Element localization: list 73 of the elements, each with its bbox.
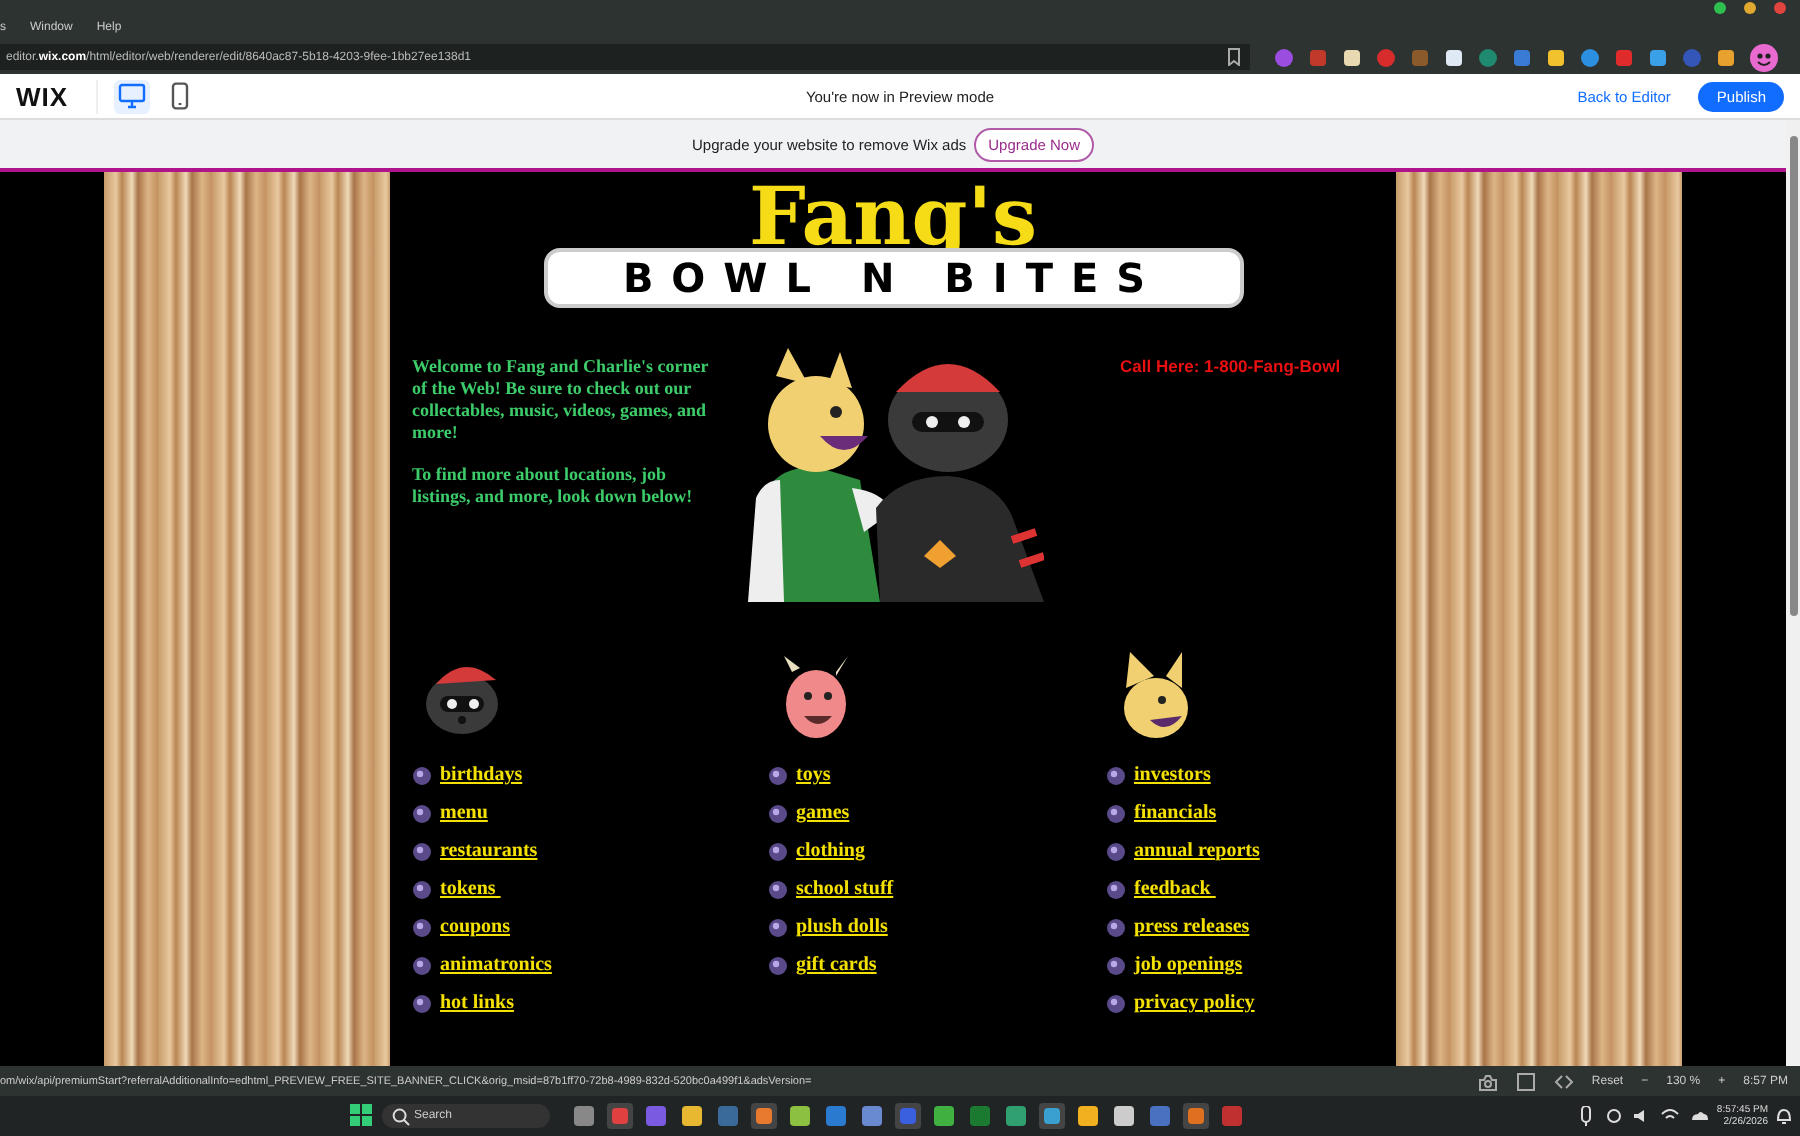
search-icon: [392, 1107, 410, 1125]
phone-number-text: Call Here: 1-800-Fang-Bowl: [1120, 356, 1341, 380]
bullet-icon: [1106, 993, 1126, 1013]
nav-link[interactable]: job openings: [1134, 954, 1243, 976]
app-icon[interactable]: [1074, 1102, 1102, 1130]
nav-link[interactable]: financials: [1134, 802, 1217, 824]
bullet-icon: [1106, 765, 1126, 785]
app-icon[interactable]: [570, 1102, 598, 1130]
nav-link[interactable]: feedback: [1134, 878, 1216, 900]
app-icon[interactable]: [858, 1102, 886, 1130]
nav-link[interactable]: clothing: [796, 840, 865, 862]
microphone-icon[interactable]: [1576, 1106, 1597, 1126]
app-icon[interactable]: [1182, 1102, 1210, 1130]
bullet-icon: [768, 955, 788, 975]
bullet-icon: [412, 955, 432, 975]
cloud-icon[interactable]: [1688, 1106, 1709, 1126]
profile-avatar-icon[interactable]: [1750, 43, 1778, 71]
bullet-icon: [412, 917, 432, 937]
window-control-icon[interactable]: [1714, 2, 1726, 14]
square-icon[interactable]: [1515, 1071, 1536, 1091]
bullet-icon: [1106, 803, 1126, 823]
logo-subtitle: BOWL N BITES: [543, 248, 1243, 308]
nav-link[interactable]: investors: [1134, 764, 1211, 786]
bullet-icon: [768, 917, 788, 937]
app-icon[interactable]: [1110, 1102, 1138, 1130]
bullet-icon: [768, 841, 788, 861]
bookmark-icon[interactable]: [1228, 48, 1240, 66]
window-control-icon[interactable]: [1774, 2, 1786, 14]
desktop-view-button[interactable]: [114, 79, 151, 113]
start-icon[interactable]: [350, 1104, 374, 1128]
nav-link[interactable]: gift cards: [796, 954, 877, 976]
app-icon[interactable]: [750, 1102, 778, 1130]
bullet-icon: [1106, 955, 1126, 975]
nav-link[interactable]: restaurants: [440, 840, 538, 862]
nav-link[interactable]: tokens: [440, 878, 501, 900]
camera-icon[interactable]: [1477, 1071, 1498, 1091]
scrollbar[interactable]: [1786, 120, 1800, 1066]
bullet-icon: [768, 879, 788, 899]
bullet-icon: [768, 765, 788, 785]
monitor-icon: [118, 82, 147, 110]
nav-link[interactable]: birthdays: [440, 764, 523, 786]
notification-bell-icon[interactable]: [1776, 1106, 1792, 1126]
nav-link[interactable]: plush dolls: [796, 916, 888, 938]
welcome-paragraph: To find more about locations, job listings, and more, look down below!: [412, 464, 695, 508]
app-icon[interactable]: [786, 1102, 814, 1130]
nav-link[interactable]: animatronics: [440, 954, 552, 976]
nav-link[interactable]: menu: [440, 802, 488, 824]
bullet-icon: [412, 993, 432, 1013]
bullet-icon: [412, 803, 432, 823]
bullet-icon: [1106, 841, 1126, 861]
nav-link[interactable]: privacy policy: [1134, 992, 1255, 1014]
nav-link[interactable]: coupons: [440, 916, 511, 938]
bullet-icon: [1106, 917, 1126, 937]
wix-logo: WIX: [16, 81, 69, 111]
bullet-icon: [412, 841, 432, 861]
app-icon[interactable]: [1002, 1102, 1030, 1130]
window-control-icon[interactable]: [1744, 2, 1756, 14]
nav-link[interactable]: annual reports: [1134, 840, 1260, 862]
bullet-icon: [412, 879, 432, 899]
nav-link[interactable]: hot links: [440, 992, 514, 1014]
nav-link[interactable]: school stuff: [796, 878, 894, 900]
bullet-icon: [412, 765, 432, 785]
app-icon[interactable]: [1038, 1102, 1066, 1130]
nav-link[interactable]: press releases: [1134, 916, 1250, 938]
app-icon[interactable]: [930, 1102, 958, 1130]
nav-link[interactable]: games: [796, 802, 850, 824]
code-icon[interactable]: [1553, 1071, 1574, 1091]
welcome-paragraph: Welcome to Fang and Charlie's corner of the Web! Be sure to check out our collectables, music, videos, games, and more!: [412, 356, 711, 444]
app-icon[interactable]: [678, 1102, 706, 1130]
nav-link[interactable]: toys: [796, 764, 831, 786]
bullet-icon: [768, 803, 788, 823]
bullet-icon: [1106, 879, 1126, 899]
scrollbar-thumb[interactable]: [1789, 136, 1797, 616]
